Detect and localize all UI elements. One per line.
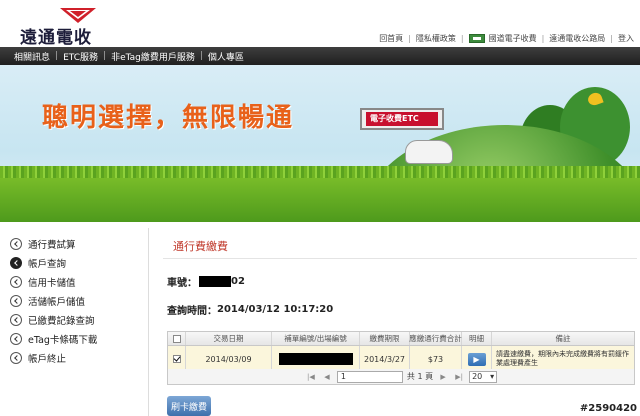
chevron-left-icon bbox=[10, 275, 22, 288]
chevron-left-icon bbox=[10, 237, 22, 250]
column-header[interactable]: 應繳通行費合計 bbox=[409, 332, 462, 345]
payment-table: 交易日期 補單編號/出場編號 繳費期限 應繳通行費合計 明細 備註 2014/0… bbox=[167, 331, 635, 373]
detail-button[interactable]: ▶ bbox=[467, 352, 486, 366]
page-input[interactable]: 1 bbox=[336, 370, 403, 383]
plate-line: 車號： 02 bbox=[167, 274, 245, 289]
play-arrow-icon: ▶ bbox=[473, 354, 480, 364]
column-header[interactable]: 補單編號/出場編號 bbox=[272, 332, 360, 345]
sidebar-item-toll-calculator[interactable]: 通行費試算 bbox=[10, 234, 140, 253]
redacted-block bbox=[199, 276, 231, 287]
sidebar-item-bank-topup[interactable]: 活儲帳戶儲值 bbox=[10, 291, 140, 310]
prev-page-icon[interactable]: ◀ bbox=[321, 372, 333, 382]
top-links: 回首頁 | 隱私權政策 | 國道電子收費 | 遠通電收公路局 | 登入 bbox=[379, 33, 634, 44]
grass-illustration bbox=[0, 166, 640, 222]
total-pages: 共 1 頁 bbox=[406, 372, 434, 381]
redacted-block bbox=[278, 353, 353, 365]
logo[interactable]: 遠通電收 bbox=[20, 6, 110, 48]
pay-by-card-button[interactable]: 刷卡繳費 bbox=[167, 396, 211, 416]
table-header: 交易日期 補單編號/出場編號 繳費期限 應繳通行費合計 明細 備註 bbox=[168, 332, 634, 346]
header: 遠通電收 回首頁 | 隱私權政策 | 國道電子收費 | 遠通電收公路局 | 登入 bbox=[0, 0, 640, 48]
logo-text: 遠通電收 bbox=[20, 28, 92, 48]
privacy-link[interactable]: 隱私權政策 bbox=[416, 33, 456, 44]
sidebar-item-credit-topup[interactable]: 信用卡儲值 bbox=[10, 272, 140, 291]
first-page-icon[interactable]: |◀ bbox=[305, 372, 317, 382]
column-header[interactable]: 繳費期限 bbox=[360, 332, 410, 345]
login-link[interactable]: 登入 bbox=[618, 33, 634, 44]
logo-swoosh-icon bbox=[60, 8, 96, 23]
main-content: 通行費繳費 車號： 02 查詢時間： 2014/03/12 10:17:20 交… bbox=[148, 228, 640, 416]
car-illustration bbox=[405, 140, 453, 164]
query-time-value: 2014/03/12 10:17:20 bbox=[217, 304, 334, 315]
etc-sign-text: 電子收費ETC bbox=[370, 114, 419, 123]
select-all-checkbox[interactable] bbox=[172, 334, 181, 343]
highway-etc-link[interactable]: 國道電子收費 bbox=[489, 33, 537, 44]
query-time-label: 查詢時間： bbox=[167, 306, 217, 317]
watermark: #2590420 bbox=[579, 403, 637, 414]
chevron-left-icon bbox=[10, 332, 22, 345]
page-size-select[interactable]: 20 ▾ bbox=[469, 370, 498, 383]
hero-banner: 電子收費ETC 聰明選擇，無限暢通 bbox=[0, 65, 640, 222]
home-link[interactable]: 回首頁 bbox=[379, 33, 403, 44]
chevron-left-icon bbox=[10, 313, 22, 326]
select-all-cell[interactable] bbox=[168, 332, 186, 345]
column-header: 明細 bbox=[462, 332, 492, 345]
last-page-icon[interactable]: ▶| bbox=[453, 372, 465, 382]
sidebar-item-account-termination[interactable]: 帳戶終止 bbox=[10, 348, 140, 367]
highway-bureau-link[interactable]: 遠通電收公路局 bbox=[549, 33, 605, 44]
plate-label: 車號： bbox=[167, 278, 197, 289]
row-checkbox[interactable] bbox=[172, 355, 181, 363]
chevron-left-icon bbox=[10, 256, 22, 269]
sidebar-item-account-query[interactable]: 帳戶查詢 bbox=[10, 253, 140, 272]
sidebar-item-payment-history[interactable]: 已繳費記錄查詢 bbox=[10, 310, 140, 329]
plate-suffix: 02 bbox=[231, 276, 245, 287]
query-time-line: 查詢時間： 2014/03/12 10:17:20 bbox=[167, 302, 333, 317]
pagination: |◀ ◀ 1 共 1 頁 ▶ ▶| 20 ▾ bbox=[167, 369, 635, 385]
chevron-left-icon bbox=[10, 294, 22, 307]
sidebar: 通行費試算 帳戶查詢 信用卡儲值 活儲帳戶儲值 已繳費記錄查詢 eTag卡條碼下… bbox=[10, 234, 140, 367]
flag-icon bbox=[468, 34, 485, 43]
banner-slogan: 聰明選擇，無限暢通 bbox=[42, 103, 295, 133]
column-header: 備註 bbox=[555, 334, 571, 343]
column-header[interactable]: 交易日期 bbox=[186, 332, 272, 345]
page-title: 通行費繳費 bbox=[173, 240, 228, 253]
dropdown-arrow-icon: ▾ bbox=[490, 372, 495, 381]
nav-item-etc-service[interactable]: ETC服務 bbox=[63, 50, 98, 63]
main-nav: 相關訊息 | ETC服務 | 非eTag繳費用戶服務 | 個人專區 bbox=[0, 47, 640, 65]
nav-item-news[interactable]: 相關訊息 bbox=[14, 50, 50, 63]
page-size-value: 20 bbox=[472, 372, 483, 381]
chevron-left-icon bbox=[10, 351, 22, 364]
nav-item-personal[interactable]: 個人專區 bbox=[208, 50, 244, 63]
sidebar-item-etag-barcode[interactable]: eTag卡條碼下載 bbox=[10, 329, 140, 348]
nav-item-non-etag[interactable]: 非eTag繳費用戶服務 bbox=[111, 50, 195, 63]
divider bbox=[163, 258, 637, 259]
next-page-icon[interactable]: ▶ bbox=[437, 372, 449, 382]
